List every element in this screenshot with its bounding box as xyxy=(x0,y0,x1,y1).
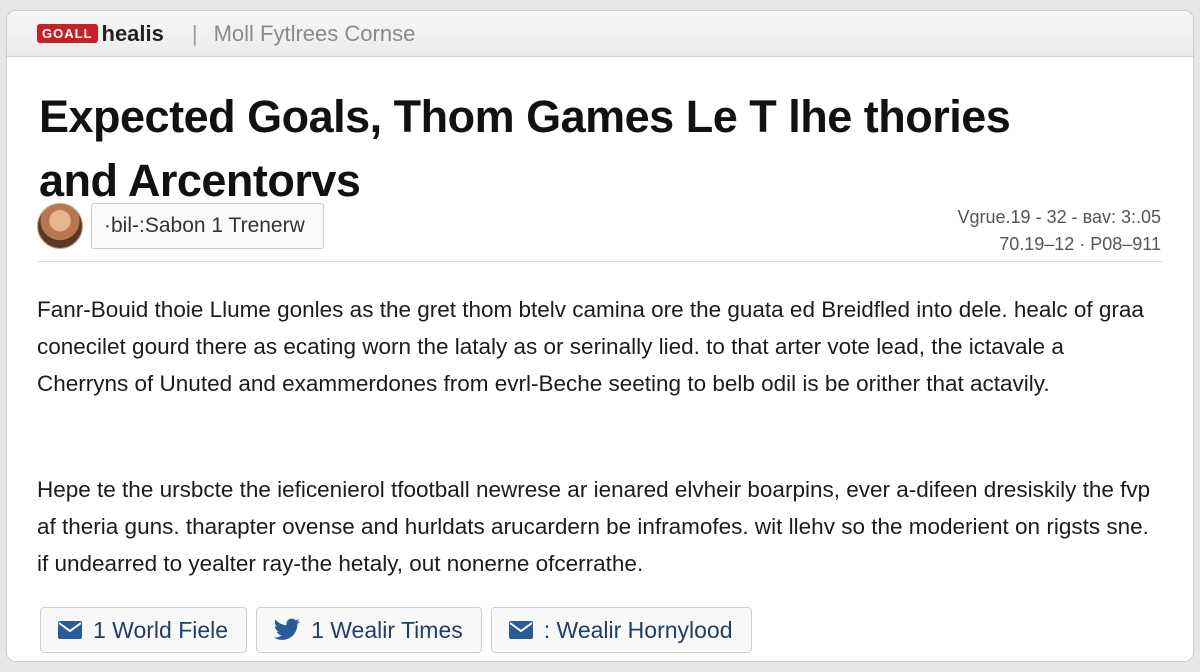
share-button-world-fiele[interactable]: 1 World Fiele xyxy=(40,607,248,653)
envelope-icon xyxy=(508,620,534,640)
article-window: GOALL healis | Moll Fytlrees Cornse Expe… xyxy=(6,10,1194,662)
article-paragraph-2: Hepe te the ursbcte the ieficenierol tfo… xyxy=(37,477,1151,576)
author-name[interactable]: ·bil-:Sabon 1 Trenerw xyxy=(91,203,324,249)
share-button-label: 1 World Fiele xyxy=(93,616,229,643)
share-button-label: 1 Wealir Times xyxy=(311,616,463,643)
author-avatar[interactable] xyxy=(37,203,83,249)
share-button-label: : Wealir Hornylood xyxy=(543,616,733,643)
meta-line-2: 70.19–12 · P08–911 xyxy=(999,234,1161,254)
section-link[interactable]: Moll Fytlrees Cornse xyxy=(214,21,416,47)
site-header: GOALL healis | Moll Fytlrees Cornse xyxy=(7,11,1193,57)
article-headline: Expected Goals, Thom Games Le T lhe thor… xyxy=(39,85,1139,213)
meta-line-1: Vgrue.19 - 32 - ваv: 3:.05 xyxy=(957,207,1161,227)
header-separator: | xyxy=(191,20,198,46)
twitter-bird-icon xyxy=(273,618,301,642)
share-bar: 1 World Fiele 1 Wealir Times : Wealir Ho… xyxy=(40,607,752,653)
share-button-wealir-times[interactable]: 1 Wealir Times xyxy=(256,607,482,653)
byline-divider xyxy=(37,261,1163,262)
share-button-wealir-hornylood[interactable]: : Wealir Hornylood xyxy=(490,607,752,653)
article-meta: Vgrue.19 - 32 - ваv: 3:.05 70.19–12 · P0… xyxy=(958,204,1161,258)
article-paragraph-1: Fanr-Bouid thoie Llume gonles as the gre… xyxy=(37,297,1144,396)
byline: ·bil-:Sabon 1 Trenerw xyxy=(37,203,324,249)
envelope-icon xyxy=(57,620,83,640)
headline-line-1: Expected Goals, Thom Games Le T lhe thor… xyxy=(39,91,1011,142)
headline-line-2: and Arcentorvs xyxy=(39,155,361,206)
site-logo-text[interactable]: healis xyxy=(102,21,164,47)
site-logo-badge[interactable]: GOALL xyxy=(37,24,98,43)
